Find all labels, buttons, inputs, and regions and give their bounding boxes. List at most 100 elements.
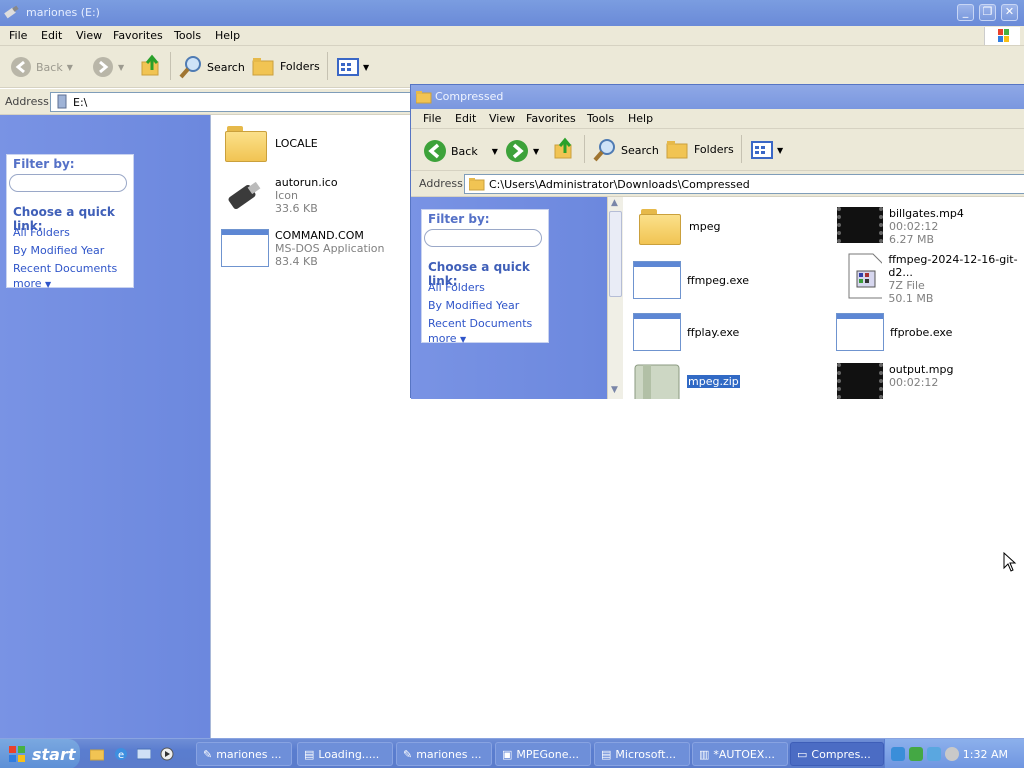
volume-icon[interactable] (945, 747, 959, 761)
toolbar: Back ▼ ▼ Search Folders ▼ (0, 46, 1024, 88)
quick-link-all-folders[interactable]: All Folders (13, 226, 70, 239)
start-button[interactable]: start (0, 739, 80, 768)
search-button[interactable]: Search (179, 55, 245, 79)
title-bar[interactable]: mariones (E:) _ ❐ ✕ (0, 0, 1024, 26)
address-input[interactable]: E:\ (50, 92, 412, 112)
folders-button[interactable]: Folders (252, 55, 320, 77)
scroll-down-icon[interactable]: ▼ (611, 385, 618, 395)
taskbar-button[interactable]: ✎ mariones ... (396, 742, 492, 766)
scroll-up-icon[interactable]: ▲ (611, 198, 618, 208)
search-button[interactable]: Search (593, 138, 659, 162)
chevron-down-icon[interactable]: ▼ (118, 63, 124, 72)
internet-explorer-icon[interactable]: e (114, 747, 128, 761)
address-label: Address (5, 95, 49, 108)
forward-button[interactable]: ▼ (92, 56, 124, 78)
forward-button[interactable]: ▼ (505, 139, 539, 163)
quick-link-recent-documents[interactable]: Recent Documents (13, 262, 117, 275)
network-icon[interactable] (891, 747, 905, 761)
window-title: Compressed (435, 90, 504, 103)
exe-icon (633, 261, 681, 299)
menu-tools[interactable]: Tools (174, 29, 201, 42)
file-name: LOCALE (275, 136, 318, 150)
file-list: LOCALE autorun.ico Icon 33.6 KB COMMAND.… (210, 115, 410, 738)
file-item[interactable]: LOCALE (225, 126, 318, 162)
quick-link-all-folders[interactable]: All Folders (428, 281, 485, 294)
forward-arrow-icon (93, 57, 113, 77)
menu-help[interactable]: Help (215, 29, 240, 42)
file-type: MS-DOS Application (275, 242, 385, 255)
menu-file[interactable]: File (9, 29, 27, 42)
menu-help[interactable]: Help (628, 112, 653, 125)
menu-favorites[interactable]: Favorites (113, 29, 163, 42)
close-button[interactable]: ✕ (1001, 4, 1018, 21)
chevron-down-icon[interactable]: ▼ (492, 147, 498, 156)
menu-tools[interactable]: Tools (587, 112, 614, 125)
explorer-quicklaunch-icon[interactable] (90, 747, 104, 761)
address-input[interactable]: C:\Users\Administrator\Downloads\Compres… (464, 174, 1024, 194)
quick-link-more[interactable]: more ▼ (13, 277, 51, 290)
quick-link-modified-year[interactable]: By Modified Year (13, 244, 104, 257)
taskbar-button[interactable]: ▥ *AUTOEX... (692, 742, 788, 766)
file-details: ffmpeg-2024-12-16-git-d2... 7Z File 50.1… (888, 253, 1024, 305)
toolbar-separator (170, 52, 171, 80)
back-button[interactable]: Back ▼ (10, 56, 73, 78)
chevron-down-icon[interactable]: ▼ (533, 147, 539, 156)
filter-input[interactable] (9, 174, 127, 192)
clock[interactable]: 1:32 AM (963, 748, 1008, 761)
menu-favorites[interactable]: Favorites (526, 112, 576, 125)
scrollbar-thumb[interactable] (609, 211, 622, 297)
file-item[interactable]: mpeg (639, 209, 720, 245)
file-item[interactable]: ffmpeg.exe (633, 261, 749, 299)
quick-link-more[interactable]: more ▼ (428, 332, 466, 345)
folders-icon (252, 58, 274, 76)
file-item[interactable]: autorun.ico Icon 33.6 KB (223, 176, 338, 220)
menu-edit[interactable]: Edit (455, 112, 476, 125)
menu-view[interactable]: View (489, 112, 515, 125)
views-button[interactable]: ▼ (337, 58, 369, 76)
vertical-scrollbar[interactable]: ▲ ▼ (607, 197, 623, 399)
taskbar-button[interactable]: ✎ mariones ... (196, 742, 292, 766)
taskbar-button[interactable]: ▣ MPEGone... (495, 742, 591, 766)
monitor-icon[interactable] (927, 747, 941, 761)
back-label: Back (451, 144, 478, 158)
outlook-express-icon[interactable] (137, 747, 151, 761)
menu-view[interactable]: View (76, 29, 102, 42)
toolbar-separator (327, 52, 328, 80)
menu-file[interactable]: File (423, 112, 441, 125)
menu-edit[interactable]: Edit (41, 29, 62, 42)
file-item[interactable]: mpeg.zip (633, 363, 740, 399)
views-button[interactable]: ▼ (751, 141, 783, 159)
quick-link-recent-documents[interactable]: Recent Documents (428, 317, 532, 330)
up-folder-button[interactable] (553, 137, 575, 161)
taskbar-button[interactable]: ▤ Microsoft... (594, 742, 690, 766)
taskbar-button-active[interactable]: ▭ Compres... (790, 742, 884, 766)
restore-button[interactable]: ❐ (979, 4, 996, 21)
taskbar-button[interactable]: ▤ Loading..... (297, 742, 393, 766)
file-item[interactable]: ffprobe.exe (836, 313, 952, 351)
taskbar-button-label: Loading..... (318, 747, 380, 761)
file-item[interactable]: ffplay.exe (633, 313, 739, 351)
minimize-button[interactable]: _ (957, 4, 974, 21)
file-item[interactable]: billgates.mp4 00:02:12 6.27 MB (837, 207, 964, 246)
menu-bar: File Edit View Favorites Tools Help (411, 109, 1024, 129)
search-icon (179, 56, 201, 79)
up-folder-icon (141, 54, 159, 76)
title-bar[interactable]: Compressed (411, 85, 1024, 109)
media-player-icon[interactable] (160, 747, 174, 761)
security-icon[interactable] (909, 747, 923, 761)
folders-button[interactable]: Folders (666, 138, 734, 160)
window-title: mariones (E:) (26, 6, 100, 19)
back-button[interactable]: Back ▼ (423, 139, 498, 163)
quick-link-modified-year[interactable]: By Modified Year (428, 299, 519, 312)
file-size: 6.27 MB (889, 233, 935, 246)
file-name[interactable]: mpeg.zip (687, 375, 740, 388)
up-folder-button[interactable] (140, 54, 162, 78)
file-item[interactable]: output.mpg 00:02:12 (837, 363, 953, 399)
chevron-down-icon[interactable]: ▼ (67, 63, 73, 72)
search-icon (593, 139, 615, 162)
taskbar-button-label: mariones ... (216, 747, 282, 761)
folders-label: Folders (694, 142, 734, 156)
file-item[interactable]: ffmpeg-2024-12-16-git-d2... 7Z File 50.1… (845, 253, 1024, 305)
filter-input[interactable] (424, 229, 542, 247)
file-item[interactable]: COMMAND.COM MS-DOS Application 83.4 KB (221, 229, 385, 268)
